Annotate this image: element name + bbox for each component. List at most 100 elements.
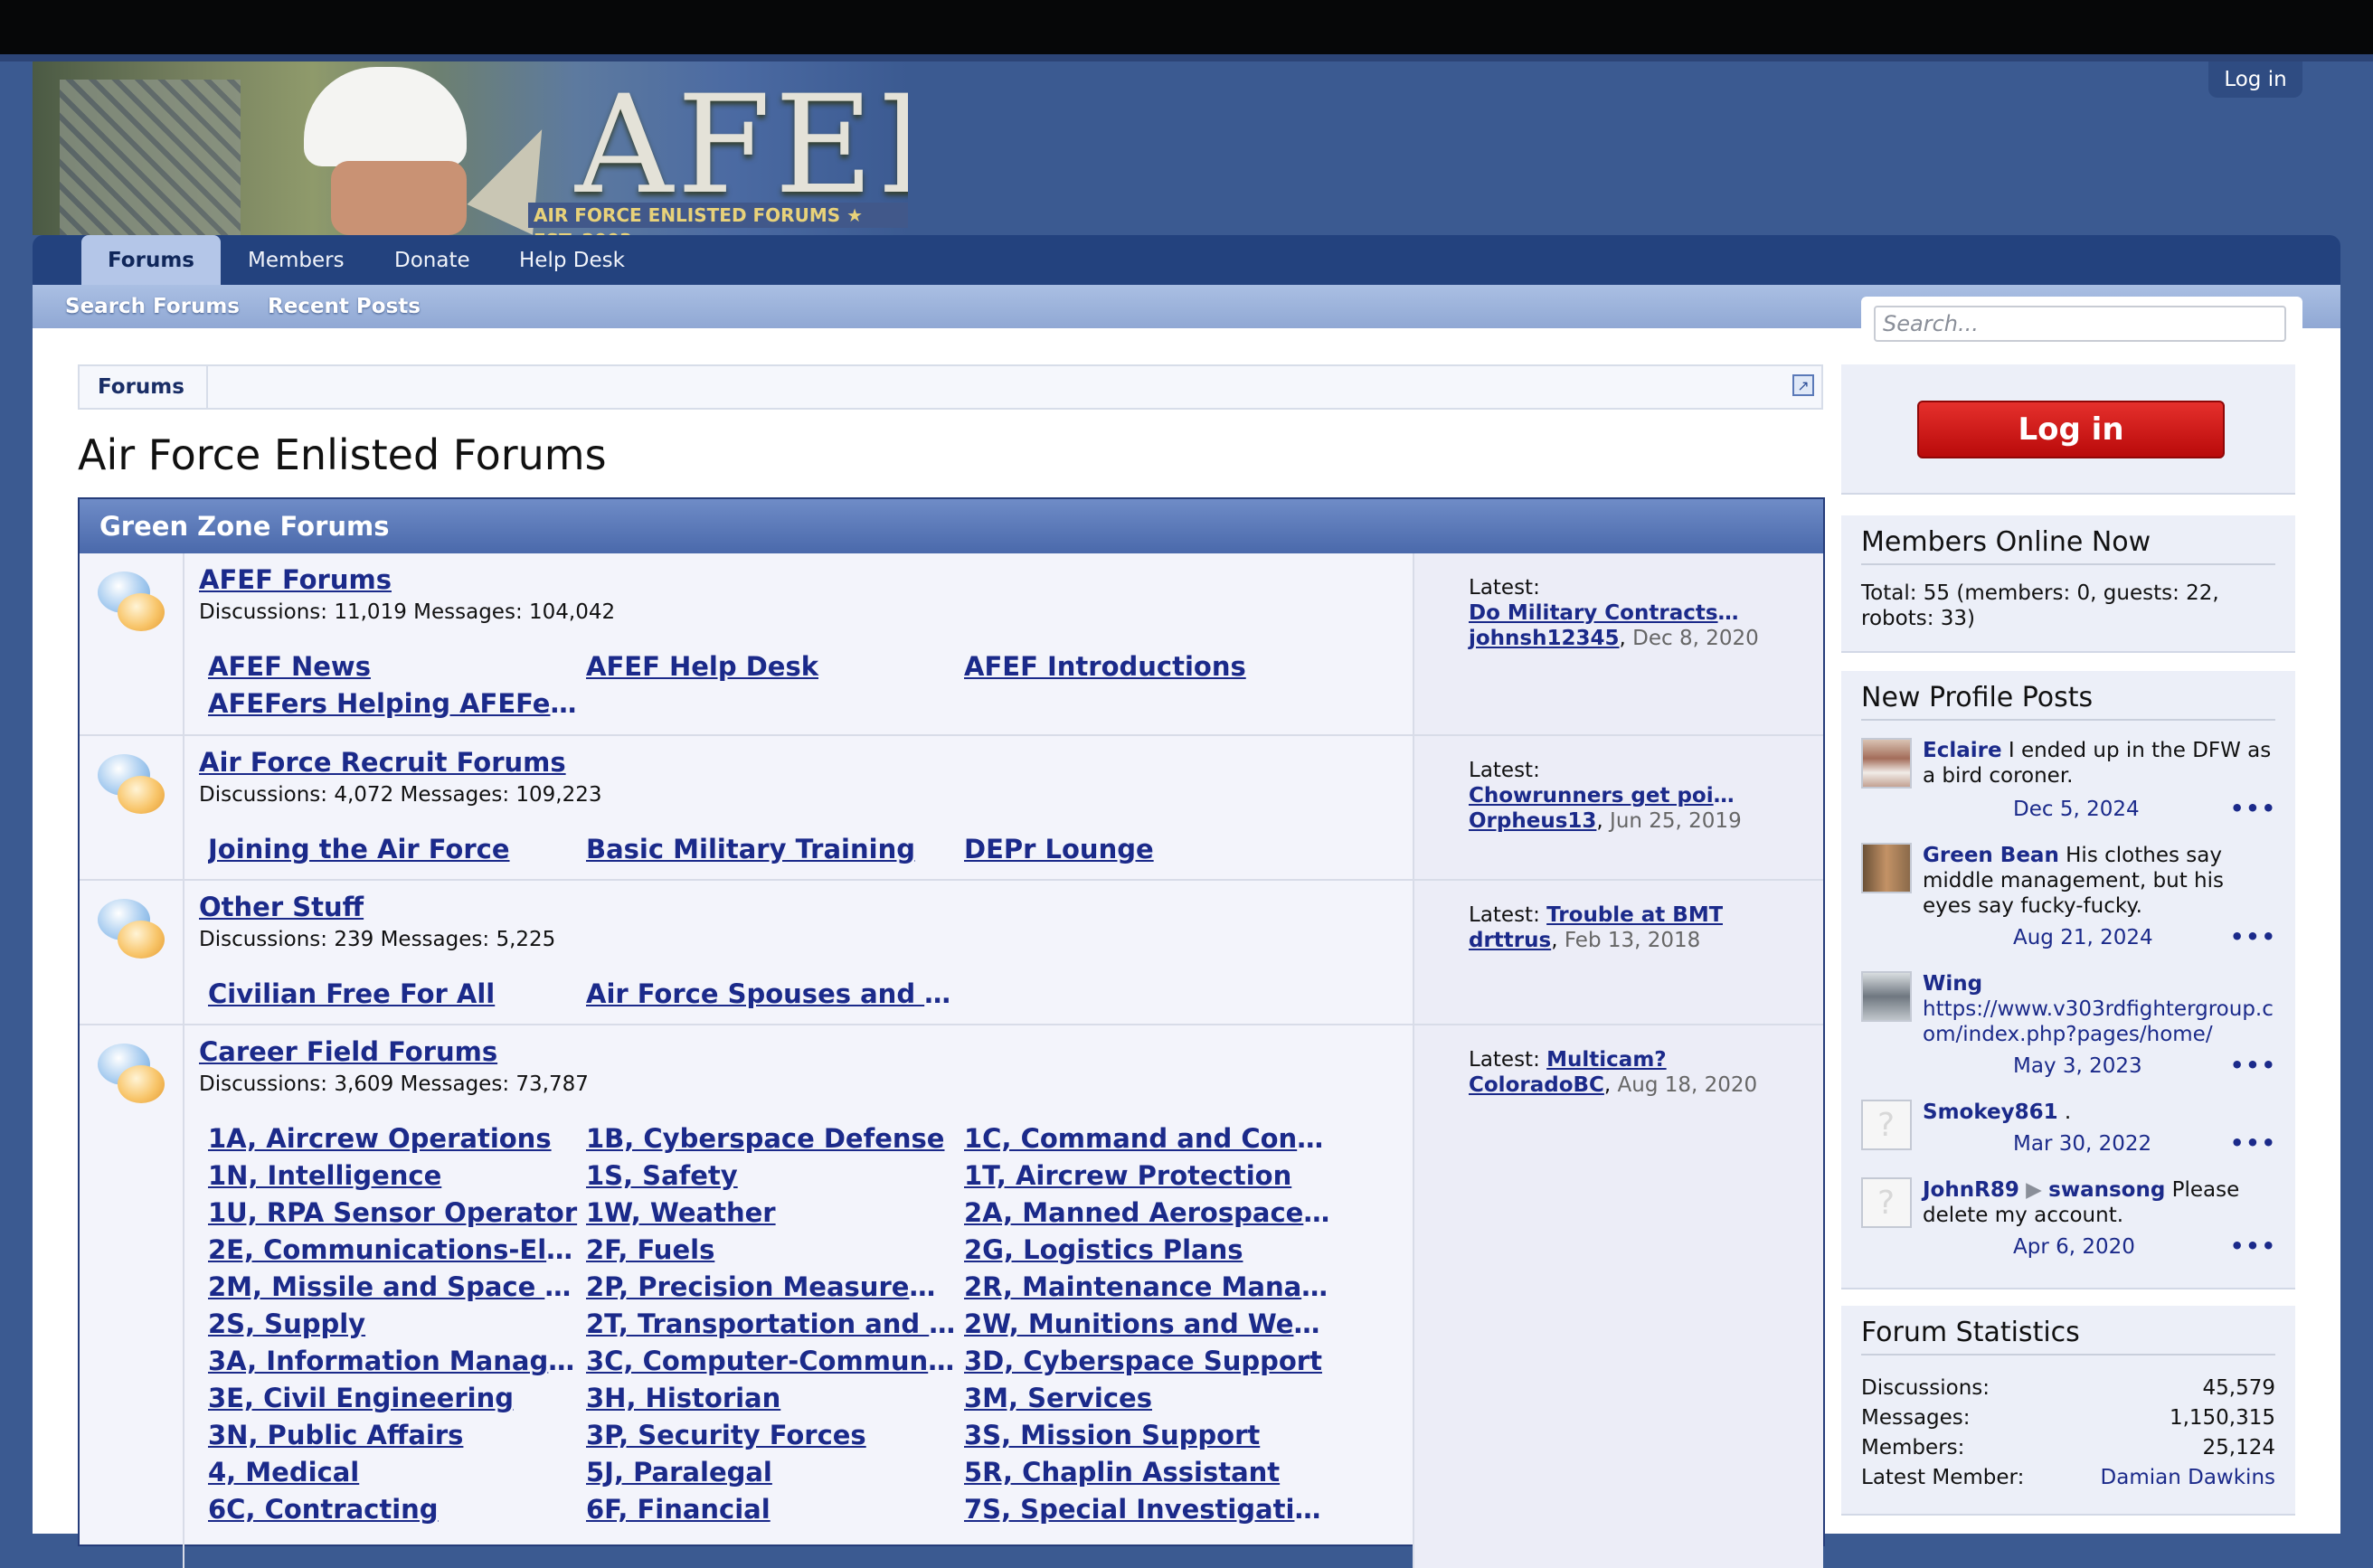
subforum-link[interactable]: AFEF Help Desk (586, 651, 957, 682)
career-field-link[interactable]: 1T, Aircrew Protection (964, 1160, 1335, 1191)
profile-post-link[interactable]: https://www.v303rdfightergroup.com/index… (1923, 997, 2274, 1046)
career-field-link[interactable]: 3P, Security Forces (586, 1420, 957, 1450)
career-field-link[interactable]: 3M, Services (964, 1383, 1335, 1413)
forum-title[interactable]: AFEF Forums (199, 564, 392, 595)
profile-post-user[interactable]: Smokey861 (1923, 1100, 2058, 1124)
career-field-link[interactable]: 1U, RPA Sensor Operator (208, 1197, 579, 1228)
profile-post-date[interactable]: Aug 21, 2024 (2013, 926, 2153, 949)
profile-post-user[interactable]: Eclaire (1923, 739, 2002, 762)
tab-donate[interactable]: Donate (394, 235, 470, 286)
subnav-search-forums[interactable]: Search Forums (65, 285, 240, 328)
career-field-link[interactable]: 2E, Communications-Ele... (208, 1234, 579, 1265)
tab-forums[interactable]: Forums (81, 235, 221, 288)
career-field-link[interactable]: 1N, Intelligence (208, 1160, 579, 1191)
avatar[interactable] (1861, 738, 1912, 789)
latest-post-user[interactable]: johnsh12345 (1469, 627, 1620, 650)
avatar[interactable] (1861, 1177, 1912, 1228)
career-field-link[interactable]: 3A, Information Manage... (208, 1346, 579, 1376)
forum-title[interactable]: Air Force Recruit Forums (199, 747, 566, 778)
profile-posts-block: New Profile Posts Eclaire I ended up in … (1841, 671, 2295, 1289)
career-field-link[interactable]: 1S, Safety (586, 1160, 957, 1191)
profile-posts-title: New Profile Posts (1861, 682, 2275, 721)
career-field-link[interactable]: 6F, Financial (586, 1494, 957, 1525)
career-field-link[interactable]: 3D, Cyberspace Support (964, 1346, 1335, 1376)
category-header[interactable]: Green Zone Forums (80, 499, 1823, 553)
latest-post-title[interactable]: Chowrunners get points fo... (1469, 783, 1745, 808)
profile-post-date[interactable]: May 3, 2023 (2013, 1054, 2142, 1078)
breadcrumb-forums[interactable]: Forums (80, 366, 208, 408)
forum-title[interactable]: Other Stuff (199, 892, 364, 922)
tab-members[interactable]: Members (248, 235, 345, 286)
login-button[interactable]: Log in (1917, 401, 2225, 458)
breadcrumb: Forums ↗ (78, 364, 1823, 410)
profile-post-date[interactable]: Apr 6, 2020 (2013, 1235, 2135, 1259)
career-field-link[interactable]: 2P, Precision Measurem... (586, 1271, 957, 1302)
career-field-link[interactable]: 1C, Command and Contr... (964, 1123, 1335, 1154)
profile-post-date[interactable]: Dec 5, 2024 (2013, 798, 2140, 821)
avatar[interactable] (1861, 843, 1912, 893)
search-input[interactable] (1874, 306, 2286, 342)
discussions-label: Discussions: (199, 783, 328, 807)
site-logo[interactable]: AFEF AIR FORCE ENLISTED FORUMS ★ EST. 20… (33, 61, 908, 235)
subforum-link[interactable]: Joining the Air Force (208, 834, 579, 864)
career-field-link[interactable]: 2W, Munitions and Wea... (964, 1308, 1335, 1339)
career-field-link[interactable]: 2S, Supply (208, 1308, 579, 1339)
profile-post-target[interactable]: swansong (2048, 1178, 2165, 1202)
profile-post-user[interactable]: Wing (1923, 972, 1982, 996)
profile-post-user[interactable]: Green Bean (1923, 844, 2059, 867)
career-field-link[interactable]: 6C, Contracting (208, 1494, 579, 1525)
subforum-link[interactable]: Basic Military Training (586, 834, 957, 864)
career-field-link[interactable]: 2A, Manned Aerospace ... (964, 1197, 1335, 1228)
members-online-summary: Total: 55 (members: 0, guests: 22, robot… (1861, 581, 2219, 630)
subnav-recent-posts[interactable]: Recent Posts (268, 285, 421, 328)
subforum-link[interactable]: AFEF Introductions (964, 651, 1335, 682)
browser-top-bar (0, 0, 2373, 54)
profile-post-date[interactable]: Mar 30, 2022 (2013, 1132, 2151, 1156)
career-field-link[interactable]: 7S, Special Investigations (964, 1494, 1335, 1525)
career-field-link[interactable]: 2R, Maintenance Manag... (964, 1271, 1335, 1302)
latest-post-title[interactable]: Trouble at BMT (1546, 902, 1723, 928)
latest-post-user[interactable]: drttrus (1469, 929, 1551, 952)
more-options-icon[interactable]: ••• (2230, 924, 2277, 949)
latest-post-title[interactable]: Do Military Contracts have ... (1469, 600, 1745, 626)
latest-member-link[interactable]: Damian Dawkins (2101, 1466, 2275, 1489)
career-field-link[interactable]: 4, Medical (208, 1457, 579, 1488)
career-field-link[interactable]: 2T, Transportation and ... (586, 1308, 957, 1339)
career-field-link[interactable]: 3N, Public Affairs (208, 1420, 579, 1450)
discussions-count: 3,609 (334, 1072, 394, 1096)
career-field-link[interactable]: 1B, Cyberspace Defense (586, 1123, 957, 1154)
latest-post-user[interactable]: Orpheus13 (1469, 809, 1596, 833)
career-field-link[interactable]: 1W, Weather (586, 1197, 957, 1228)
career-field-link[interactable]: 1A, Aircrew Operations (208, 1123, 579, 1154)
career-field-link[interactable]: 2F, Fuels (586, 1234, 957, 1265)
subforum-link[interactable]: AFEF News (208, 651, 579, 682)
subforum-link[interactable]: AFEFers Helping AFEFers (208, 688, 579, 719)
more-options-icon[interactable]: ••• (2230, 1233, 2277, 1259)
latest-post-title[interactable]: Multicam? (1546, 1047, 1667, 1072)
more-options-icon[interactable]: ••• (2230, 1130, 2277, 1156)
avatar[interactable] (1861, 1100, 1912, 1150)
tab-help-desk[interactable]: Help Desk (519, 235, 625, 286)
header-login-link[interactable]: Log in (2208, 61, 2302, 98)
career-field-link[interactable]: 2G, Logistics Plans (964, 1234, 1335, 1265)
career-field-link[interactable]: 5R, Chaplin Assistant (964, 1457, 1335, 1488)
latest-post: Latest: Do Military Contracts have ... j… (1469, 576, 1759, 650)
forum-title[interactable]: Career Field Forums (199, 1036, 497, 1067)
subforum-link[interactable]: DEPr Lounge (964, 834, 1335, 864)
latest-post-user[interactable]: ColoradoBC (1469, 1073, 1604, 1097)
career-field-link[interactable]: 3H, Historian (586, 1383, 957, 1413)
career-field-link[interactable]: 2M, Missile and Space S... (208, 1271, 579, 1302)
career-field-link[interactable]: 5J, Paralegal (586, 1457, 957, 1488)
more-options-icon[interactable]: ••• (2230, 796, 2277, 821)
subforum-link[interactable]: Civilian Free For All (208, 978, 579, 1009)
forum-main-cell: Air Force Recruit Forums Discussions: 4,… (184, 736, 1414, 879)
profile-post-user[interactable]: JohnR89 (1923, 1178, 2019, 1202)
jump-to-icon[interactable]: ↗ (1792, 374, 1814, 396)
career-field-link[interactable]: 3E, Civil Engineering (208, 1383, 579, 1413)
subforum-link[interactable]: Air Force Spouses and P... (586, 978, 957, 1009)
career-field-link[interactable]: 3S, Mission Support (964, 1420, 1335, 1450)
sidebar-login-block: Log in (1841, 364, 2295, 495)
avatar[interactable] (1861, 971, 1912, 1022)
more-options-icon[interactable]: ••• (2230, 1053, 2277, 1078)
career-field-link[interactable]: 3C, Computer-Communi... (586, 1346, 957, 1376)
